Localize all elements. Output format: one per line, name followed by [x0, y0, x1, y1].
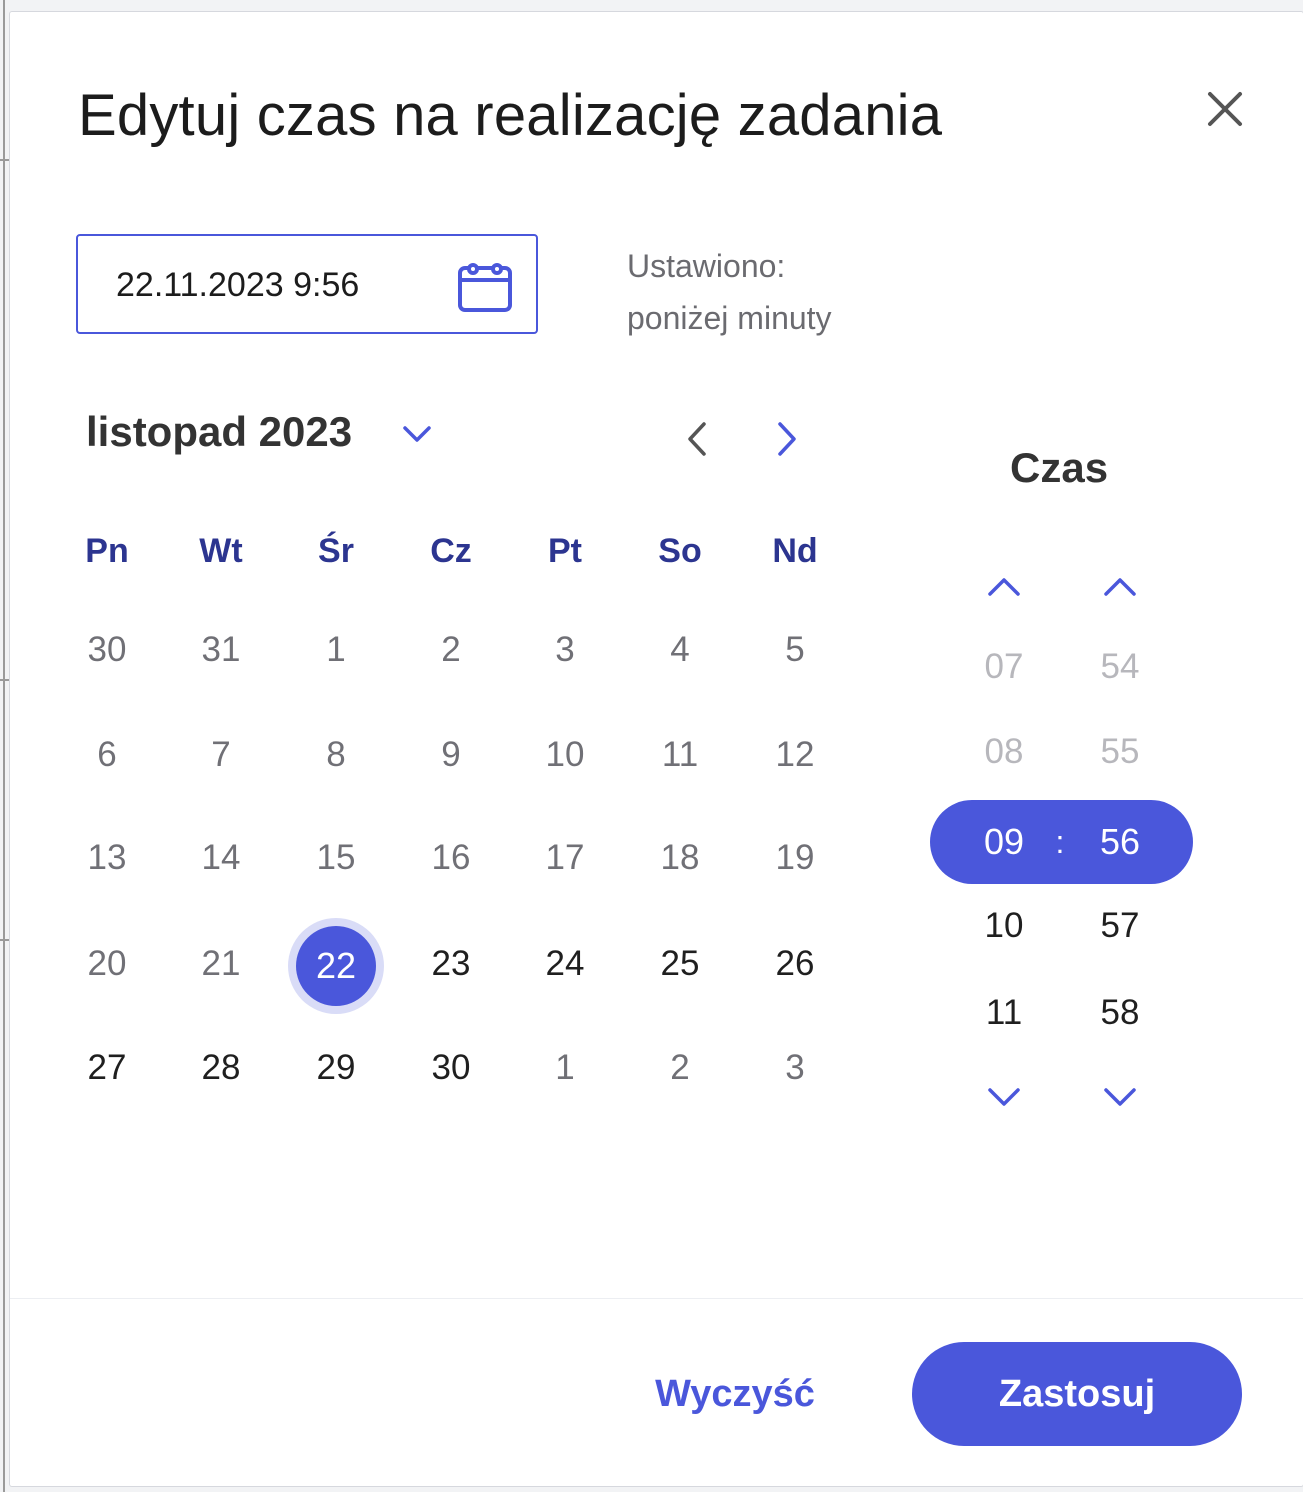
weekday-sun: Nd — [772, 532, 818, 570]
selected-minute[interactable]: 56 — [1080, 820, 1160, 864]
time-heading: Czas — [1010, 444, 1109, 491]
calendar-icon[interactable] — [456, 260, 514, 314]
day-cell[interactable]: 26 — [750, 934, 840, 994]
day-cell[interactable]: 18 — [635, 828, 725, 888]
prev-month-icon[interactable] — [678, 416, 718, 462]
day-cell[interactable]: 3 — [520, 620, 610, 680]
weekday-wed: Śr — [318, 532, 354, 570]
day-cell[interactable]: 23 — [406, 934, 496, 994]
day-cell[interactable]: 25 — [635, 934, 725, 994]
minute-option[interactable]: 58 — [1080, 991, 1160, 1035]
day-cell[interactable]: 24 — [520, 934, 610, 994]
day-cell[interactable]: 29 — [291, 1038, 381, 1098]
selected-day[interactable]: 22 — [288, 918, 384, 1014]
day-cell[interactable]: 17 — [520, 828, 610, 888]
minute-option[interactable]: 57 — [1080, 904, 1160, 948]
datetime-field[interactable] — [76, 234, 538, 334]
day-cell[interactable]: 31 — [176, 620, 266, 680]
next-month-icon[interactable] — [766, 416, 806, 462]
day-cell[interactable]: 19 — [750, 828, 840, 888]
hour-option[interactable]: 08 — [964, 730, 1044, 774]
weekday-sat: So — [658, 532, 702, 570]
weekday-thu: Cz — [430, 532, 472, 570]
chevron-down-icon[interactable] — [400, 422, 434, 446]
clear-button[interactable]: Wyczyść — [620, 1352, 850, 1436]
day-cell[interactable]: 9 — [406, 725, 496, 785]
status-label: Ustawiono: — [627, 248, 786, 284]
edit-time-dialog: Edytuj czas na realizację zadania Ustawi… — [10, 12, 1303, 1486]
day-cell[interactable]: 28 — [176, 1038, 266, 1098]
hour-option[interactable]: 07 — [964, 645, 1044, 689]
day-cell[interactable]: 4 — [635, 620, 725, 680]
day-cell[interactable]: 16 — [406, 828, 496, 888]
minute-up-icon[interactable] — [1100, 572, 1140, 602]
time-separator: : — [1055, 824, 1065, 860]
selected-day-label: 22 — [296, 926, 376, 1006]
dialog-title: Edytuj czas na realizację zadania — [78, 83, 943, 148]
day-cell[interactable]: 20 — [62, 934, 152, 994]
set-status: Ustawiono: poniżej minuty — [627, 240, 832, 344]
hour-down-icon[interactable] — [984, 1082, 1024, 1112]
day-cell[interactable]: 3 — [750, 1038, 840, 1098]
day-cell[interactable]: 2 — [406, 620, 496, 680]
datetime-input[interactable] — [116, 264, 436, 306]
day-cell[interactable]: 15 — [291, 828, 381, 888]
hour-option[interactable]: 11 — [964, 991, 1044, 1035]
selected-time: 09 : 56 — [930, 800, 1193, 884]
minute-option[interactable]: 55 — [1080, 730, 1160, 774]
apply-button[interactable]: Zastosuj — [912, 1342, 1242, 1446]
minute-down-icon[interactable] — [1100, 1082, 1140, 1112]
day-cell[interactable]: 21 — [176, 934, 266, 994]
day-cell[interactable]: 2 — [635, 1038, 725, 1098]
day-cell[interactable]: 12 — [750, 725, 840, 785]
close-icon[interactable] — [1200, 84, 1250, 134]
day-cell[interactable]: 7 — [176, 725, 266, 785]
day-cell[interactable]: 10 — [520, 725, 610, 785]
month-year-selector[interactable]: listopad 2023 — [86, 408, 352, 456]
hour-option[interactable]: 10 — [964, 904, 1044, 948]
day-cell[interactable]: 27 — [62, 1038, 152, 1098]
weekday-fri: Pt — [548, 532, 582, 570]
day-cell[interactable]: 30 — [62, 620, 152, 680]
day-cell[interactable]: 1 — [291, 620, 381, 680]
day-cell[interactable]: 11 — [635, 725, 725, 785]
day-cell[interactable]: 8 — [291, 725, 381, 785]
footer-divider — [10, 1298, 1303, 1299]
minute-option[interactable]: 54 — [1080, 645, 1160, 689]
day-cell[interactable]: 14 — [176, 828, 266, 888]
hour-up-icon[interactable] — [984, 572, 1024, 602]
day-cell[interactable]: 1 — [520, 1038, 610, 1098]
day-cell[interactable]: 30 — [406, 1038, 496, 1098]
selected-hour[interactable]: 09 — [964, 820, 1044, 864]
weekday-mon: Pn — [85, 532, 129, 570]
day-cell[interactable]: 6 — [62, 725, 152, 785]
day-cell[interactable]: 5 — [750, 620, 840, 680]
day-cell[interactable]: 13 — [62, 828, 152, 888]
status-value: poniżej minuty — [627, 300, 832, 336]
weekday-tue: Wt — [199, 532, 243, 570]
